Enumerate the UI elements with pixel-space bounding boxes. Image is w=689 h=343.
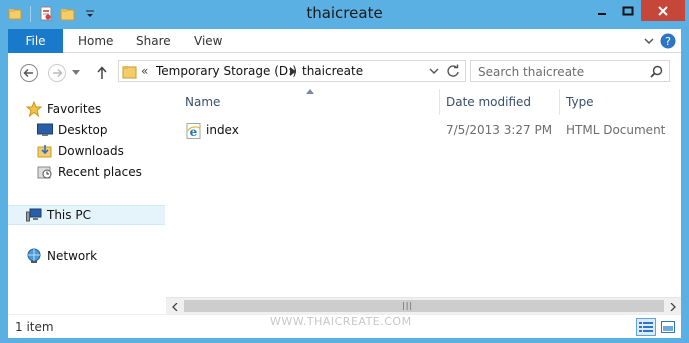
star-icon bbox=[26, 101, 42, 117]
back-button[interactable] bbox=[18, 62, 40, 84]
window-title: thaicreate bbox=[306, 4, 383, 22]
recent-places-icon bbox=[37, 164, 53, 180]
close-button[interactable] bbox=[641, 0, 685, 21]
watermark: WWW.THAICREATE.COM bbox=[270, 315, 412, 328]
column-header-type[interactable]: Type bbox=[566, 89, 594, 115]
nav-item-downloads[interactable]: Downloads bbox=[37, 141, 124, 161]
address-bar[interactable]: « Temporary Storage (D:) thaicreate bbox=[118, 60, 466, 82]
file-row[interactable]: e index 7/5/2013 3:27 PM HTML Document bbox=[166, 120, 681, 142]
sort-ascending-icon bbox=[306, 89, 314, 94]
help-icon[interactable]: ? bbox=[659, 32, 677, 50]
file-name[interactable]: index bbox=[206, 123, 239, 137]
ribbon-tabs: File Home Share View ? bbox=[8, 29, 681, 53]
nav-item-label: Downloads bbox=[58, 144, 124, 158]
downloads-folder-icon bbox=[37, 143, 53, 159]
nav-item-recent-places[interactable]: Recent places bbox=[37, 162, 142, 182]
nav-item-desktop[interactable]: Desktop bbox=[37, 120, 108, 140]
explorer-window: thaicreate File Home Share View ? « Temp… bbox=[0, 0, 689, 343]
file-list: Name Date modified Type e index 7/5/2013… bbox=[166, 89, 681, 314]
address-overflow[interactable]: « bbox=[141, 64, 148, 78]
navigation-pane: Favorites Desktop Downloads Recent place… bbox=[8, 89, 165, 314]
svg-text:?: ? bbox=[665, 35, 671, 48]
ie-html-icon: e bbox=[186, 123, 201, 139]
network-icon bbox=[26, 248, 42, 264]
forward-button[interactable] bbox=[46, 62, 68, 84]
address-segment-folder[interactable]: thaicreate bbox=[302, 64, 363, 78]
column-divider[interactable] bbox=[439, 89, 440, 115]
expand-ribbon-icon[interactable] bbox=[643, 35, 655, 47]
scrollbar-thumb[interactable]: ||| bbox=[184, 300, 664, 312]
details-view-button[interactable] bbox=[636, 318, 656, 336]
navigation-bar: « Temporary Storage (D:) thaicreate Sear… bbox=[8, 53, 681, 89]
desktop-icon bbox=[37, 122, 53, 138]
tab-view[interactable]: View bbox=[194, 29, 222, 53]
folder-icon bbox=[122, 66, 137, 79]
chevron-right-icon[interactable] bbox=[290, 67, 296, 76]
large-icons-view-button[interactable] bbox=[658, 318, 678, 336]
file-date-modified: 7/5/2013 3:27 PM bbox=[446, 123, 553, 137]
minimize-button[interactable] bbox=[589, 0, 615, 21]
nav-item-label: Recent places bbox=[58, 165, 142, 179]
content-area: Favorites Desktop Downloads Recent place… bbox=[8, 89, 681, 314]
tab-file[interactable]: File bbox=[8, 29, 63, 53]
tab-share[interactable]: Share bbox=[136, 29, 171, 53]
nav-this-pc[interactable]: This PC bbox=[26, 205, 91, 225]
nav-network[interactable]: Network bbox=[26, 246, 97, 266]
horizontal-scrollbar[interactable]: ||| bbox=[166, 297, 681, 314]
scroll-right-button[interactable] bbox=[664, 298, 681, 315]
file-type: HTML Document bbox=[566, 123, 666, 137]
status-bar: 1 item WWW.THAICREATE.COM bbox=[8, 314, 681, 338]
nav-favorites[interactable]: Favorites bbox=[26, 99, 101, 119]
nav-favorites-label: Favorites bbox=[47, 102, 102, 116]
column-header-date-modified[interactable]: Date modified bbox=[446, 89, 531, 115]
scrollbar-grip: ||| bbox=[402, 301, 414, 310]
large-icons-view-icon bbox=[661, 321, 675, 333]
nav-network-label: Network bbox=[47, 249, 98, 263]
title-bar: thaicreate bbox=[0, 0, 689, 29]
search-icon[interactable] bbox=[650, 65, 663, 78]
search-input[interactable]: Search thaicreate bbox=[470, 60, 670, 82]
chevron-down-icon[interactable] bbox=[429, 67, 439, 75]
refresh-icon[interactable] bbox=[446, 64, 460, 78]
scroll-left-button[interactable] bbox=[166, 298, 183, 315]
item-count: 1 item bbox=[15, 320, 54, 334]
column-divider[interactable] bbox=[559, 89, 560, 115]
tab-home[interactable]: Home bbox=[78, 29, 113, 53]
maximize-button[interactable] bbox=[615, 0, 641, 21]
computer-icon bbox=[26, 207, 42, 223]
search-placeholder: Search thaicreate bbox=[478, 65, 585, 79]
nav-item-label: Desktop bbox=[58, 123, 108, 137]
address-segment-drive[interactable]: Temporary Storage (D:) bbox=[156, 64, 297, 78]
column-header-name[interactable]: Name bbox=[185, 89, 220, 115]
up-button[interactable] bbox=[91, 62, 113, 84]
details-view-icon bbox=[639, 322, 653, 332]
nav-this-pc-label: This PC bbox=[47, 208, 91, 222]
recent-locations-icon[interactable] bbox=[70, 62, 82, 84]
